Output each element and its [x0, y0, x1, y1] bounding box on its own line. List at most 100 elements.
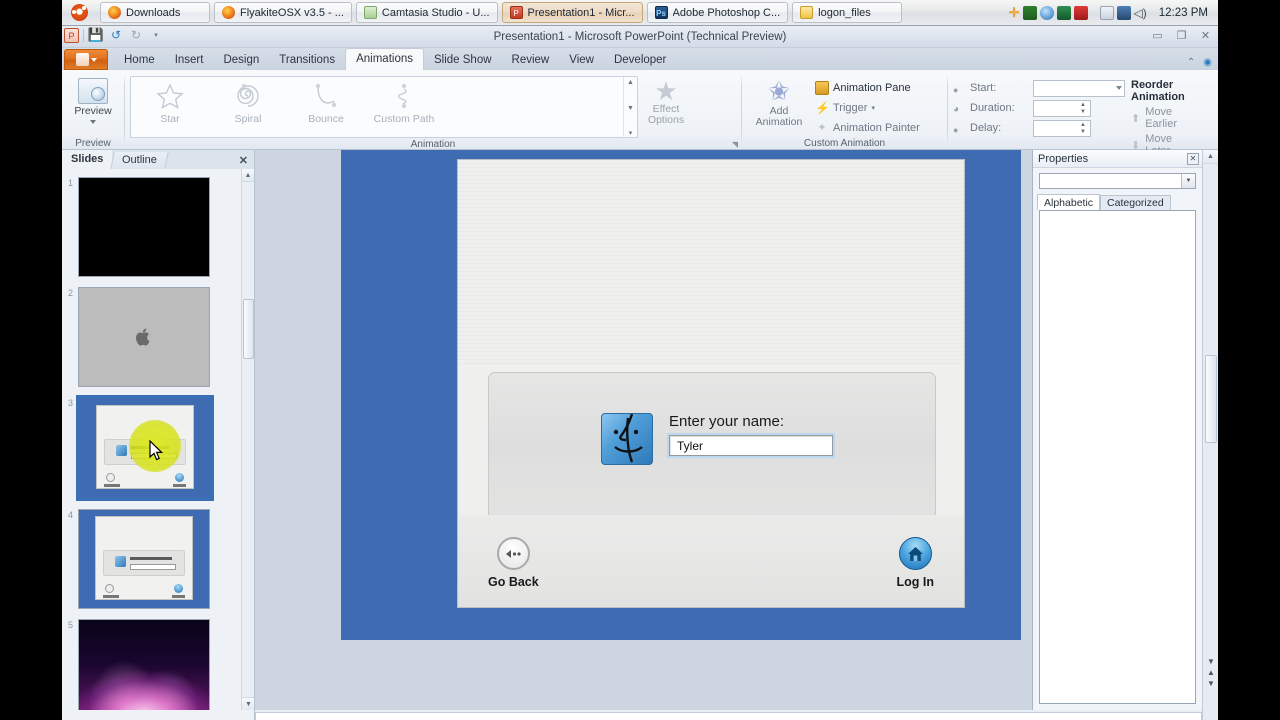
name-input[interactable]: Tyler	[667, 433, 835, 458]
minimize-icon[interactable]: ▭	[1149, 28, 1166, 43]
network-icon[interactable]	[1022, 5, 1037, 20]
taskbar-item-logon-files[interactable]: logon_files	[792, 2, 903, 23]
taskbar-clock[interactable]: 12:23 PM	[1155, 7, 1218, 19]
dialog-launcher-icon[interactable]: ◥	[732, 140, 738, 149]
internet-icon[interactable]	[1039, 5, 1054, 20]
thumbnail-wrap[interactable]	[76, 507, 212, 611]
tab-view[interactable]: View	[559, 50, 604, 70]
slides-pane-scrollbar[interactable]: ▲ ▼	[241, 169, 254, 710]
undo-icon[interactable]: ↺	[108, 27, 124, 43]
group-label-preview: Preview	[75, 138, 111, 149]
list-item[interactable]: 4	[62, 501, 254, 611]
thumbnail-wrap-selected[interactable]	[76, 395, 214, 501]
scrollbar-thumb[interactable]	[243, 299, 254, 359]
scrollbar-thumb[interactable]	[1205, 355, 1217, 443]
previous-slide-icon[interactable]: ▲	[1207, 668, 1215, 677]
tab-review[interactable]: Review	[502, 50, 560, 70]
slide-thumbnail-1[interactable]	[78, 177, 210, 277]
tab-developer[interactable]: Developer	[604, 50, 676, 70]
add-animation-button[interactable]: ✬ Add Animation	[747, 74, 811, 128]
plus-icon[interactable]: ✛	[1009, 5, 1020, 21]
printer-icon[interactable]	[1116, 5, 1131, 20]
taskbar-item-presentation1[interactable]: P Presentation1 - Micr...	[501, 2, 643, 23]
properties-object-select[interactable]: ▼	[1039, 173, 1196, 189]
start-select[interactable]	[1033, 79, 1125, 97]
app-icon[interactable]: P	[64, 27, 79, 43]
scroll-down-icon[interactable]: ▼	[1207, 657, 1215, 666]
chevron-down-icon[interactable]: ▼	[1181, 174, 1195, 188]
start-button[interactable]	[62, 1, 96, 25]
calendar-icon[interactable]	[1099, 5, 1114, 20]
redo-icon[interactable]: ↻	[128, 27, 144, 43]
go-back-button[interactable]: Go Back	[488, 537, 539, 589]
speaker-icon[interactable]: ◁)	[1134, 6, 1147, 20]
customize-icon[interactable]: ▾	[148, 27, 164, 43]
list-item[interactable]: 3	[62, 389, 254, 501]
tab-insert[interactable]: Insert	[165, 50, 214, 70]
stepper-icon[interactable]: ▲ ▼	[1080, 122, 1088, 135]
restore-icon[interactable]: ❐	[1173, 28, 1190, 43]
document-scrollbar[interactable]: ▲ ▼ ▲ ▼	[1202, 150, 1218, 710]
scroll-up-icon[interactable]: ▲	[627, 79, 634, 86]
taskbar-item-downloads[interactable]: Downloads	[100, 2, 210, 23]
preview-button[interactable]: Preview	[67, 74, 119, 124]
notes-pane[interactable]: Click to add notes ◀ ▶	[255, 712, 1202, 720]
slide-thumbnail-4[interactable]	[78, 509, 210, 609]
tab-slide-show[interactable]: Slide Show	[424, 50, 502, 70]
move-earlier-button[interactable]: ⬆ Move Earlier	[1131, 106, 1185, 130]
tab-outline[interactable]: Outline	[110, 152, 170, 169]
current-slide[interactable]: Enter your name: Tyler Go Back Log In	[457, 159, 965, 608]
list-item[interactable]: 5	[62, 611, 254, 710]
close-icon[interactable]: ✕	[1187, 152, 1199, 165]
gallery-scrollbar[interactable]: ▲ ▼ ▾	[623, 77, 637, 139]
delay-input[interactable]: ▲ ▼	[1033, 119, 1091, 137]
tab-animations[interactable]: Animations	[345, 48, 424, 70]
file-tab[interactable]	[64, 49, 108, 70]
delay-label: Delay:	[970, 122, 1002, 134]
monitor-icon[interactable]	[1056, 5, 1071, 20]
animation-custom-path[interactable]: Custom Path	[365, 77, 443, 125]
animation-gallery[interactable]: Star Spiral Bounce Custom Path ▲ ▼ ▾	[130, 76, 638, 139]
scroll-down-icon[interactable]: ▼	[242, 697, 254, 710]
animation-painter-button[interactable]: ✦ Animation Painter	[811, 119, 924, 137]
slide-thumbnail-5[interactable]	[78, 619, 210, 710]
duration-input[interactable]: ▲ ▼	[1033, 99, 1091, 117]
scroll-up-icon[interactable]: ▲	[242, 169, 254, 182]
effect-options-button[interactable]: ★ Effect Options	[638, 74, 694, 126]
close-icon[interactable]: ✕	[239, 154, 248, 167]
animation-pane-button[interactable]: Animation Pane	[811, 79, 924, 97]
gallery-more-icon[interactable]: ▾	[629, 130, 633, 137]
notes-area: Click to add notes ◀ ▶	[62, 710, 1218, 720]
tab-design[interactable]: Design	[213, 50, 269, 70]
next-slide-icon[interactable]: ▼	[1207, 679, 1215, 688]
go-back-label: Go Back	[488, 575, 539, 589]
tab-alphabetic[interactable]: Alphabetic	[1037, 194, 1101, 210]
tab-transitions[interactable]: Transitions	[269, 50, 345, 70]
tab-categorized[interactable]: Categorized	[1100, 195, 1171, 210]
tab-slides[interactable]: Slides	[62, 150, 113, 169]
animation-bounce[interactable]: Bounce	[287, 77, 365, 125]
collapse-ribbon-icon[interactable]: ⌃	[1187, 57, 1195, 68]
close-icon[interactable]: ✕	[1197, 28, 1214, 43]
taskbar-item-flyakiteosx[interactable]: FlyakiteOSX v3.5 - ...	[214, 2, 352, 23]
scroll-down-icon[interactable]: ▼	[627, 105, 634, 112]
trigger-button[interactable]: ⚡ Trigger ▾	[811, 99, 924, 117]
thumbnail-wrap[interactable]	[76, 285, 212, 389]
scroll-up-icon[interactable]: ▲	[1203, 150, 1218, 164]
volume-red-icon[interactable]	[1073, 5, 1088, 20]
list-item[interactable]: 1	[62, 169, 254, 279]
log-in-button[interactable]: Log In	[897, 537, 934, 589]
thumbnail-wrap[interactable]	[76, 617, 212, 710]
animation-star[interactable]: Star	[131, 77, 209, 125]
stepper-icon[interactable]: ▲ ▼	[1080, 102, 1088, 115]
taskbar-item-camtasia[interactable]: Camtasia Studio - U...	[355, 2, 498, 23]
help-icon[interactable]: ◉	[1203, 57, 1212, 68]
list-item[interactable]: 2	[62, 279, 254, 389]
animation-spiral[interactable]: Spiral	[209, 77, 287, 125]
properties-list[interactable]	[1039, 210, 1196, 704]
slide-thumbnail-2[interactable]	[78, 287, 210, 387]
save-icon[interactable]: 💾	[88, 27, 104, 43]
taskbar-item-photoshop[interactable]: Ps Adobe Photoshop C...	[646, 2, 789, 23]
thumbnail-wrap[interactable]	[76, 175, 212, 279]
tab-home[interactable]: Home	[114, 50, 165, 70]
